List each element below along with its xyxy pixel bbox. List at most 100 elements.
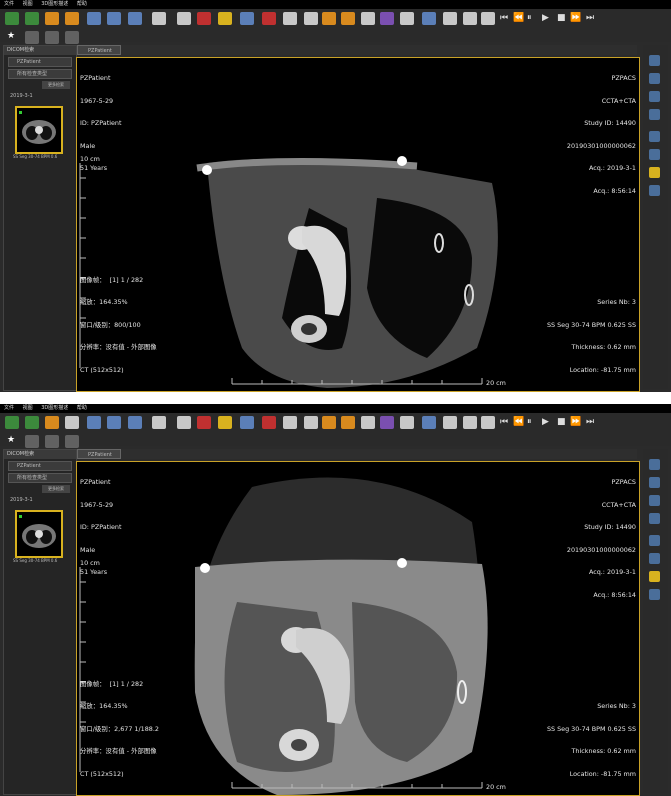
patient-select[interactable]: PZPatient [8, 461, 72, 471]
crop-icon[interactable] [262, 12, 276, 25]
filter-select[interactable]: 所有检查类型 [8, 473, 72, 483]
last-frame-icon[interactable]: ⏭ [586, 13, 594, 23]
first-frame-icon[interactable]: ⏮ [500, 417, 508, 427]
menu-file[interactable]: 文件 [4, 405, 14, 411]
layout-icon[interactable] [87, 12, 101, 25]
annotation-icon[interactable] [649, 109, 660, 120]
tab-pzpatient[interactable]: PZPatient [77, 45, 121, 55]
star-icon[interactable]: ★ [7, 435, 15, 445]
grid-icon[interactable] [152, 12, 166, 25]
pause-icon[interactable]: ⏸ [527, 13, 532, 23]
arrow-tool-icon[interactable] [649, 535, 660, 546]
invert-icon[interactable] [400, 12, 414, 25]
window-level-icon[interactable] [107, 12, 121, 25]
zoom-icon[interactable] [283, 416, 297, 429]
sync-icon[interactable] [25, 31, 39, 44]
flip-icon[interactable] [341, 12, 355, 25]
send-icon[interactable] [45, 416, 59, 429]
menu-view[interactable]: 视图 [23, 405, 33, 411]
print-icon[interactable] [481, 12, 495, 25]
measure-tool-icon[interactable] [649, 459, 660, 470]
pan-icon[interactable] [65, 12, 79, 25]
stop-icon[interactable]: ■ [557, 417, 566, 427]
fusion-icon[interactable] [422, 12, 436, 25]
tab-pzpatient[interactable]: PZPatient [77, 449, 121, 459]
star-icon[interactable]: ★ [7, 31, 15, 41]
magnet-icon[interactable] [197, 12, 211, 25]
prev-frame-icon[interactable]: ⏪ [513, 13, 524, 23]
copy-icon[interactable] [361, 12, 375, 25]
series-thumbnail[interactable] [15, 510, 63, 558]
3d-icon[interactable] [443, 416, 457, 429]
invert-icon[interactable] [400, 416, 414, 429]
3d-icon[interactable] [443, 12, 457, 25]
layers-icon[interactable] [45, 31, 59, 44]
prev-frame-icon[interactable]: ⏪ [513, 417, 524, 427]
menu-view[interactable]: 视图 [23, 1, 33, 7]
crop-icon[interactable] [262, 416, 276, 429]
copy-icon[interactable] [361, 416, 375, 429]
last-frame-icon[interactable]: ⏭ [586, 417, 594, 427]
eye-icon[interactable] [649, 495, 660, 506]
pan-icon[interactable] [65, 416, 79, 429]
import-icon[interactable] [5, 416, 19, 429]
flip-icon[interactable] [341, 416, 355, 429]
layout-icon[interactable] [87, 416, 101, 429]
menu-3d[interactable]: 3D图形描述 [41, 1, 68, 7]
annotation-icon[interactable] [649, 513, 660, 524]
magnet-icon[interactable] [197, 416, 211, 429]
ellipse-tool-icon[interactable] [649, 553, 660, 564]
stop-icon[interactable]: ■ [557, 13, 566, 23]
image-viewport[interactable]: 10 cm 20 cm PZPatient 1967-5-29 ID: PZPa… [76, 57, 640, 392]
query-icon[interactable] [25, 416, 39, 429]
measure-icon[interactable] [240, 12, 254, 25]
export-icon[interactable] [463, 416, 477, 429]
print-icon[interactable] [481, 416, 495, 429]
rotate-icon[interactable] [322, 416, 336, 429]
reset-icon[interactable] [177, 416, 191, 429]
arrow-tool-icon[interactable] [649, 131, 660, 142]
text-tool-icon[interactable] [649, 185, 660, 196]
patient-select[interactable]: PZPatient [8, 57, 72, 67]
measure-icon[interactable] [240, 416, 254, 429]
mpr-icon[interactable] [65, 31, 79, 44]
menu-help[interactable]: 帮助 [77, 1, 87, 7]
text-tool-icon[interactable] [649, 589, 660, 600]
info-icon[interactable] [304, 12, 318, 25]
next-frame-icon[interactable]: ⏩ [570, 417, 581, 427]
rotate-icon[interactable] [322, 12, 336, 25]
fusion-icon[interactable] [422, 416, 436, 429]
highlight-icon[interactable] [649, 167, 660, 178]
menu-help[interactable]: 帮助 [77, 405, 87, 411]
pause-icon[interactable]: ⏸ [527, 417, 532, 427]
series-thumbnail[interactable] [15, 106, 63, 154]
send-icon[interactable] [45, 12, 59, 25]
measure-tool-icon[interactable] [649, 55, 660, 66]
grid-icon[interactable] [152, 416, 166, 429]
image-viewport[interactable]: 10 cm 20 cm PZPatient 1967-5-29 ID: PZPa… [76, 461, 640, 796]
roi-icon[interactable] [218, 12, 232, 25]
mpr-icon[interactable] [65, 435, 79, 448]
ellipse-tool-icon[interactable] [649, 149, 660, 160]
cine-icon[interactable] [380, 12, 394, 25]
highlight-icon[interactable] [649, 571, 660, 582]
sync-icon[interactable] [25, 435, 39, 448]
import-icon[interactable] [5, 12, 19, 25]
zoom-icon[interactable] [283, 12, 297, 25]
more-search-button[interactable]: 更多检索 [42, 81, 70, 89]
filter-select[interactable]: 所有检查类型 [8, 69, 72, 79]
reset-icon[interactable] [177, 12, 191, 25]
menu-file[interactable]: 文件 [4, 1, 14, 7]
series-icon[interactable] [128, 416, 142, 429]
window-level-icon[interactable] [107, 416, 121, 429]
query-icon[interactable] [25, 12, 39, 25]
eye-icon[interactable] [649, 91, 660, 102]
play-icon[interactable]: ▶ [542, 417, 549, 427]
series-icon[interactable] [128, 12, 142, 25]
first-frame-icon[interactable]: ⏮ [500, 13, 508, 23]
menu-3d[interactable]: 3D图形描述 [41, 405, 68, 411]
angle-tool-icon[interactable] [649, 73, 660, 84]
info-icon[interactable] [304, 416, 318, 429]
next-frame-icon[interactable]: ⏩ [570, 13, 581, 23]
roi-icon[interactable] [218, 416, 232, 429]
